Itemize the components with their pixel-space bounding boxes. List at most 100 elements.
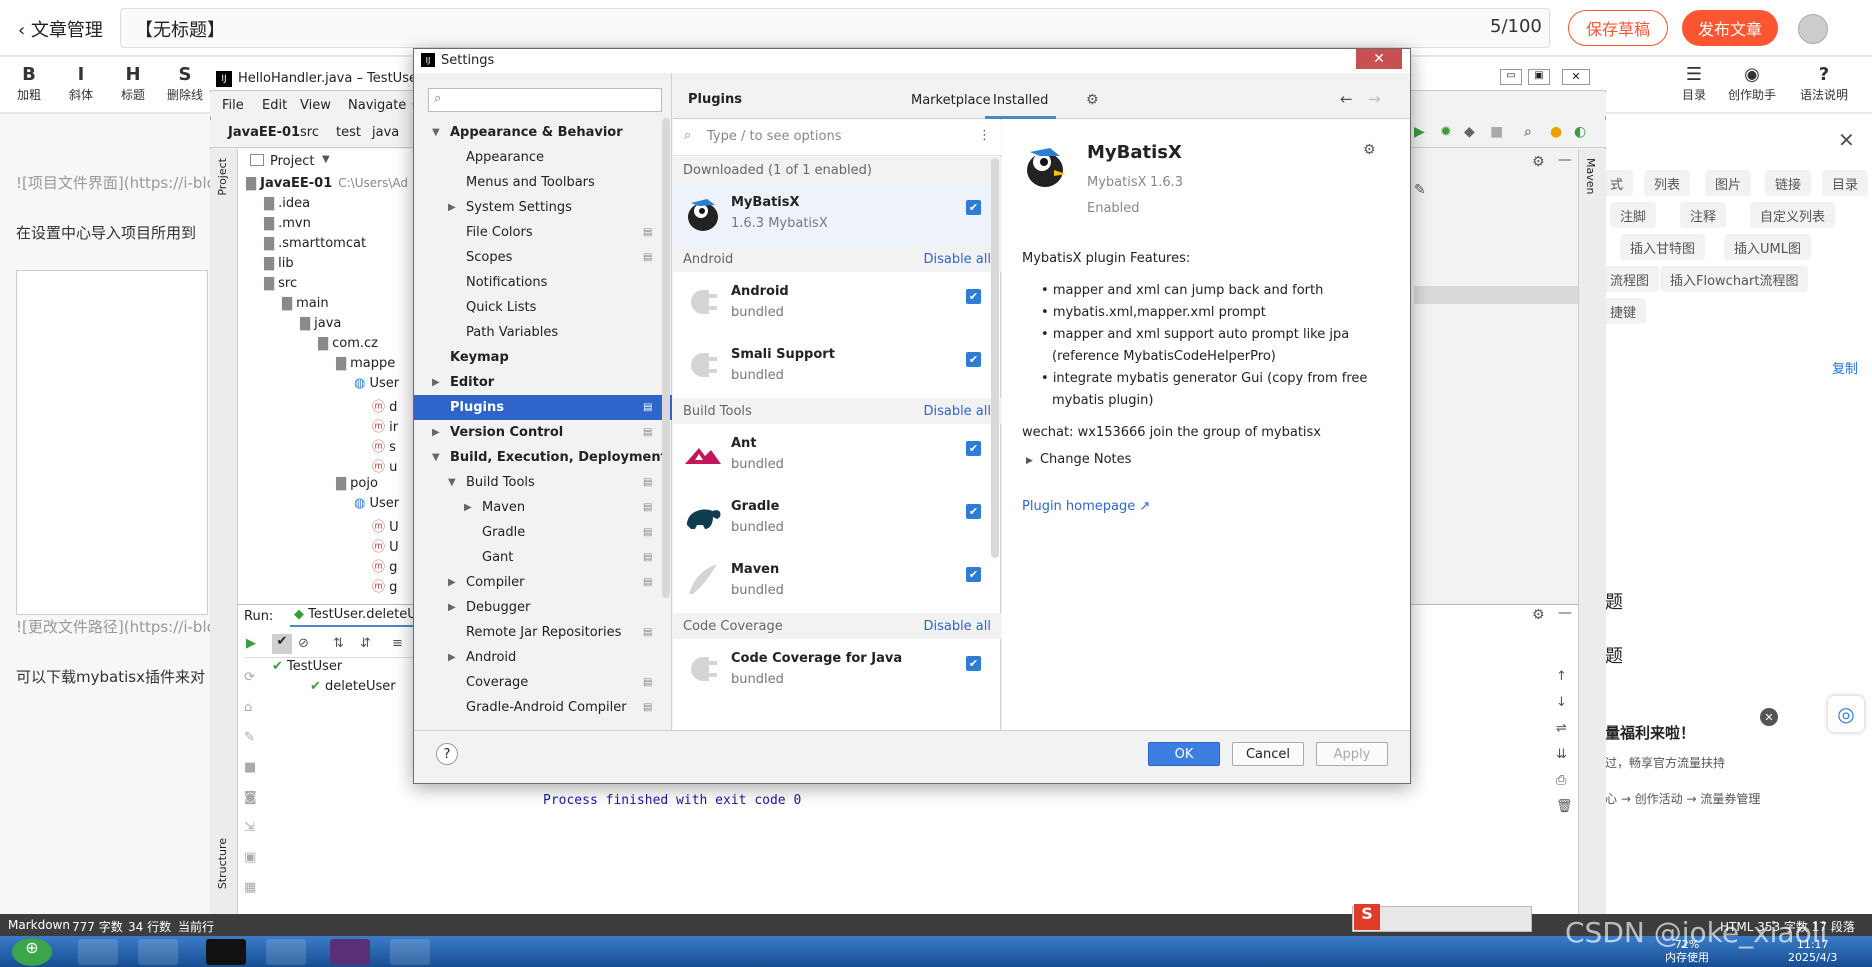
project-tree-node[interactable]: ▇ pojo [336,476,378,491]
start-icon[interactable]: ⊕ [12,938,52,966]
settings-nav-appearance[interactable]: Appearance [414,145,672,170]
plugin-row-maven[interactable]: Maven bundled ✔ [673,550,1001,613]
project-tree-node[interactable]: ⓜ U [372,536,399,555]
settings-nav-notifications[interactable]: Notifications [414,270,672,295]
run-tab[interactable]: ◆ TestUser.deleteUs [290,607,428,627]
plugin-enabled-checkbox[interactable]: ✔ [966,289,981,304]
search-icon[interactable]: ⌕ [1524,124,1532,140]
syntax-chip[interactable]: 插入Flowchart流程图 [1660,266,1809,292]
intellij-taskbar-icon[interactable] [330,939,370,965]
project-tree-node[interactable]: ▇ mappe [336,356,395,371]
plugin-row-android[interactable]: Android bundled ✔ [673,272,1001,335]
settings-nav-appearance-behavior[interactable]: ▼ Appearance & Behavior [414,120,672,145]
settings-nav-gradle[interactable]: Gradle ▤ [414,520,672,545]
settings-nav-plugins[interactable]: Plugins ▤ [414,395,672,420]
syntax-chip[interactable]: 注释 [1680,202,1727,228]
cancel-button[interactable]: Cancel [1232,742,1304,766]
gear-icon[interactable]: ⚙ [1532,607,1545,623]
help-button[interactable]: ? [436,743,458,765]
settings-nav-remote-jar-repositories[interactable]: Remote Jar Repositories ▤ [414,620,672,645]
plugin-row-mybatisx[interactable]: MyBatisX 1.6.3 MybatisX ✔ [673,183,1001,246]
project-tree-node[interactable]: ▇ lib [264,256,294,271]
chevron-right-icon[interactable]: ▶ [448,577,456,588]
settings-nav-menus-and-toolbars[interactable]: Menus and Toolbars [414,170,672,195]
toolbar-right-button-2[interactable]: ? 语法说明 [1792,64,1856,103]
run-tree-root[interactable]: ✔ TestUser [272,659,342,674]
save-draft-button[interactable]: 保存草稿 [1568,10,1668,46]
app-taskbar-icon[interactable] [266,939,306,965]
project-tree-node[interactable]: ⓜ d [372,396,397,415]
chevron-down-icon[interactable]: ▼ [432,452,440,463]
syntax-chip[interactable]: 注脚 [1610,202,1657,228]
toolbar-button-0[interactable]: B 加粗 [4,64,54,103]
settings-nav-build-execution-deployment[interactable]: ▼ Build, Execution, Deployment [414,445,672,470]
change-notes-toggle[interactable]: ▶ Change Notes [1026,452,1131,467]
chevron-right-icon[interactable]: ▶ [448,602,456,613]
toolbar-right-button-1[interactable]: ◉ 创作助手 [1720,64,1784,103]
toolbar-button-2[interactable]: H 标题 [108,64,158,103]
settings-nav-gant[interactable]: Gant ▤ [414,545,672,570]
plugin-enabled-checkbox[interactable]: ✔ [966,200,981,215]
project-tree-node[interactable]: ▇ com.cz [318,336,378,351]
forward-arrow-icon[interactable]: → [1368,90,1381,108]
plugin-icon[interactable]: ◐ [1574,124,1586,140]
breadcrumb-item[interactable]: java [372,125,399,140]
sort-alpha-icon[interactable]: ⇅ [333,636,344,651]
settings-nav-system-settings[interactable]: ▶ System Settings [414,195,672,220]
plugin-row-ant[interactable]: Ant bundled ✔ [673,424,1001,487]
gear-icon[interactable]: ⚙ [1532,154,1545,170]
project-tree-node[interactable]: ⓜ g [372,556,397,575]
settings-nav-debugger[interactable]: ▶ Debugger [414,595,672,620]
plugin-row-smali-support[interactable]: Smali Support bundled ✔ [673,335,1001,398]
project-tree-node[interactable]: ▇ JavaEE-01 C:\Users\Ad [246,176,408,191]
plugin-row-code-coverage-for-java[interactable]: Code Coverage for Java bundled ✔ [673,639,1001,702]
project-tree-node[interactable]: ▇ .mvn [264,216,311,231]
project-tree-node[interactable]: ⓜ s [372,436,396,455]
settings-nav-version-control[interactable]: ▶ Version Control ▤ [414,420,672,445]
nav-scrollbar[interactable] [662,118,670,598]
more-options-icon[interactable]: ⋮ [978,128,991,143]
toolbar-button-1[interactable]: I 斜体 [56,64,106,103]
project-tree-node[interactable]: ◍ User [354,376,399,391]
toolbar-button-3[interactable]: S 删除线 [160,64,210,103]
settings-nav-coverage[interactable]: Coverage ▤ [414,670,672,695]
settings-nav-compiler[interactable]: ▶ Compiler ▤ [414,570,672,595]
project-tree-node[interactable]: ▇ main [282,296,329,311]
settings-nav-maven[interactable]: ▶ Maven ▤ [414,495,672,520]
project-tree-node[interactable]: ▇ java [300,316,341,331]
settings-nav-build-tools[interactable]: ▼ Build Tools ▤ [414,470,672,495]
chevron-down-icon[interactable]: ▼ [322,154,330,165]
tab-installed[interactable]: Installed [985,93,1057,119]
sort-duration-icon[interactable]: ⇵ [360,636,371,651]
close-icon[interactable]: ✕ [1760,708,1778,726]
debug-icon[interactable]: ✹ [1440,124,1452,140]
plugin-enabled-checkbox[interactable]: ✔ [966,352,981,367]
project-tree-node[interactable]: ◍ User [354,496,399,511]
show-ignored-icon[interactable]: ⊘ [298,636,309,651]
copy-link[interactable]: 复制 [1832,358,1858,377]
plugin-homepage-link[interactable]: Plugin homepage ↗ [1022,499,1150,514]
project-tree-node[interactable]: ⓜ ir [372,416,398,435]
syntax-chip[interactable]: 插入甘特图 [1620,234,1706,260]
project-view-label[interactable]: Project [270,154,314,169]
article-title-input[interactable] [120,8,1550,48]
show-passed-icon[interactable]: ✔ [272,634,292,654]
remote-taskbar-icon[interactable] [390,939,430,965]
project-tree-node[interactable]: ⓜ U [372,516,399,535]
gear-icon[interactable]: ⚙ [1363,142,1376,158]
hide-icon[interactable]: — [1558,605,1572,621]
hide-icon[interactable]: — [1558,152,1572,168]
avatar[interactable] [1798,14,1828,44]
ide-menu-1[interactable]: Edit [262,98,287,113]
coverage-icon[interactable]: ◆ [1464,124,1475,140]
settings-nav-keymap[interactable]: Keymap [414,345,672,370]
plugin-list-scrollbar[interactable] [991,158,999,558]
project-tree-node[interactable]: ▇ src [264,276,297,291]
syntax-chip[interactable]: 流程图 [1600,266,1660,292]
stop-icon[interactable]: ■ [1490,124,1503,140]
settings-nav-gradle-android-compiler[interactable]: Gradle-Android Compiler ▤ [414,695,672,720]
expand-all-icon[interactable]: ≡ [392,636,403,651]
ide-menu-2[interactable]: View [300,98,331,113]
disable-all-link[interactable]: Disable all [923,404,991,419]
publish-button[interactable]: 发布文章 [1682,10,1778,46]
